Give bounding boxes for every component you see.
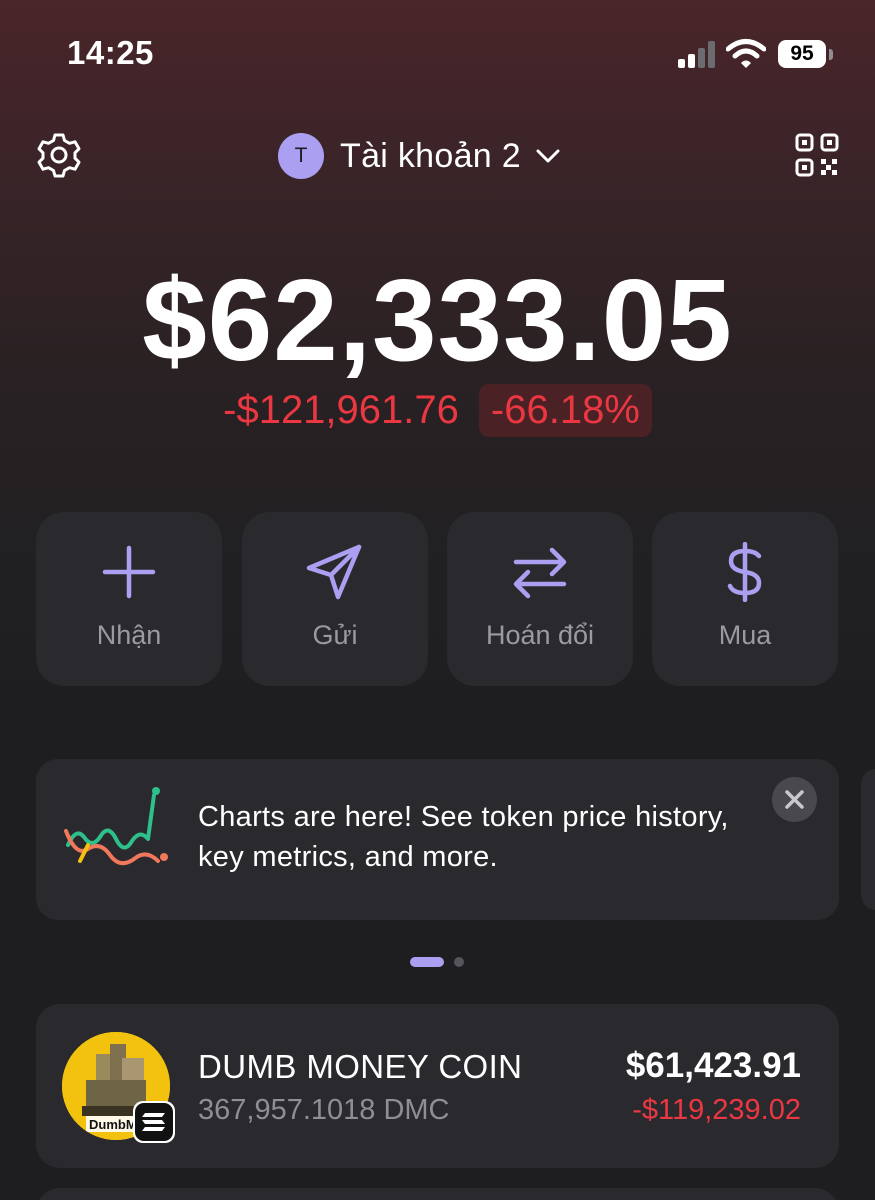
balance-change: -$121,961.76 -66.18% <box>0 384 875 437</box>
swap-label: Hoán đổi <box>485 620 595 650</box>
account-name: Tài khoản 2 <box>340 136 521 175</box>
token-row[interactable] <box>36 1188 839 1200</box>
token-change: -$119,239.02 <box>632 1094 801 1126</box>
qr-code-icon[interactable] <box>794 132 840 178</box>
token-row[interactable]: DumbMo DUMB MONEY COIN 367,957.1018 DMC … <box>36 1004 839 1168</box>
send-button[interactable]: Gửi <box>242 512 428 686</box>
battery-level: 95 <box>790 42 814 65</box>
account-avatar: T <box>278 133 324 179</box>
wallet-screen: 14:25 95 T Tài khoản 2 $62,333.05 -$121,… <box>0 0 875 1200</box>
wifi-icon <box>726 39 766 68</box>
gear-icon[interactable] <box>36 132 82 178</box>
swap-button[interactable]: Hoán đổi <box>447 512 633 686</box>
battery-icon: 95 <box>778 40 826 68</box>
next-promo-card[interactable] <box>861 769 875 910</box>
promo-text: Charts are here! See token price history… <box>198 801 729 873</box>
token-name: DUMB MONEY COIN <box>198 1048 523 1085</box>
buy-label: Mua <box>718 620 772 650</box>
send-label: Gửi <box>312 620 358 650</box>
change-percent-badge: -66.18% <box>478 384 652 437</box>
total-balance: $62,333.05 <box>142 255 733 385</box>
send-icon <box>306 544 362 600</box>
token-value: $61,423.91 <box>625 1046 801 1085</box>
promo-card[interactable]: Charts are here! See token price history… <box>36 759 839 920</box>
status-time: 14:25 <box>67 34 154 71</box>
status-bar: 14:25 95 <box>0 0 875 110</box>
account-selector[interactable]: T Tài khoản 2 <box>278 132 561 180</box>
carousel-dot[interactable] <box>454 957 464 967</box>
receive-button[interactable]: Nhận <box>36 512 222 686</box>
signal-icon <box>678 40 718 68</box>
swap-icon <box>513 547 567 599</box>
chart-line-icon <box>64 787 168 866</box>
battery-tip <box>829 49 833 60</box>
receive-label: Nhận <box>96 620 162 650</box>
change-amount: -$121,961.76 <box>223 388 459 432</box>
chevron-down-icon <box>536 149 560 163</box>
plus-icon <box>102 545 156 599</box>
solana-icon <box>133 1101 175 1143</box>
dollar-icon <box>727 542 762 602</box>
close-icon[interactable] <box>772 777 817 822</box>
carousel-dot-active <box>410 957 444 967</box>
token-amount: 367,957.1018 DMC <box>198 1094 450 1126</box>
buy-button[interactable]: Mua <box>652 512 838 686</box>
